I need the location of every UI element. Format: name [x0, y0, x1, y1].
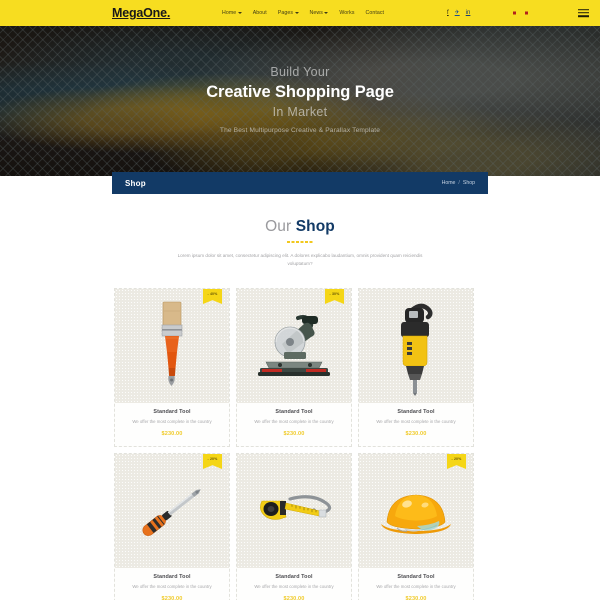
paint-brush-icon — [115, 289, 229, 403]
title-divider — [287, 241, 313, 243]
product-thumbnail[interactable]: - 20% — [359, 453, 473, 568]
screwdriver-icon — [115, 454, 229, 568]
product-price: $230.00 — [161, 430, 183, 437]
top-navigation-bar: MegaOne. Home About Pages News Works Con… — [0, 0, 600, 26]
nav-label: News — [309, 10, 323, 16]
breadcrumb: Home / Shop — [442, 180, 475, 186]
product-name: Standard Tool — [153, 573, 191, 580]
nav-label: Pages — [277, 10, 294, 16]
page-title: Shop — [125, 178, 146, 188]
product-name: Standard Tool — [397, 408, 435, 415]
section-description: Lorem ipsum dolor sit amet, consectetur … — [177, 253, 423, 267]
hero-text-block: Build Your Creative Shopping Page In Mar… — [0, 26, 600, 176]
jackhammer-icon — [359, 289, 473, 403]
shop-section: Our Shop Lorem ipsum dolor sit amet, con… — [0, 206, 600, 600]
breadcrumb-current: Shop — [462, 180, 475, 186]
product-grid: - 40% Standard Tool We offer the most co… — [114, 287, 486, 600]
product-info: Standard Tool We offer the most complete… — [115, 567, 229, 600]
indicator-dot — [513, 11, 516, 15]
product-card[interactable]: - 20% Standard Tool We offer the most co… — [114, 452, 230, 600]
nav-label: Contact — [365, 10, 385, 16]
product-price: $230.00 — [405, 430, 427, 437]
hero-subtitle: The Best Multipurpose Creative & Paralla… — [219, 126, 381, 134]
product-card[interactable]: - 40% Standard Tool We offer the most co… — [114, 287, 230, 447]
product-name: Standard Tool — [275, 573, 313, 580]
product-info: Standard Tool We offer the most complete… — [237, 402, 351, 446]
nav-item-home[interactable]: Home — [222, 10, 242, 16]
main-navigation: Home About Pages News Works Contact — [222, 10, 384, 16]
shop-page: MegaOne. Home About Pages News Works Con… — [0, 0, 600, 600]
product-description: We offer the most complete in the countr… — [376, 583, 456, 589]
site-logo[interactable]: MegaOne. — [112, 6, 170, 20]
nav-item-pages[interactable]: Pages — [278, 10, 299, 16]
hero-headline: Creative Shopping Page — [206, 83, 394, 102]
product-thumbnail[interactable] — [359, 288, 473, 403]
hero-banner: Build Your Creative Shopping Page In Mar… — [0, 26, 600, 176]
product-name: Standard Tool — [397, 573, 435, 580]
linkedin-icon[interactable]: in — [466, 10, 471, 16]
product-price: $230.00 — [161, 595, 183, 600]
product-info: Standard Tool We offer the most complete… — [359, 567, 473, 600]
nav-item-about[interactable]: About — [253, 10, 267, 16]
nav-label: Works — [339, 10, 355, 16]
product-info: Standard Tool We offer the most complete… — [359, 402, 473, 446]
section-title-light: Our — [265, 218, 296, 235]
twitter-icon[interactable]: ✈ — [455, 10, 460, 16]
chevron-down-icon — [324, 12, 329, 14]
burger-line — [578, 9, 589, 11]
product-description: We offer the most complete in the countr… — [132, 418, 212, 424]
product-price: $230.00 — [405, 595, 427, 600]
section-title-bold: Shop — [295, 218, 335, 235]
tape-measure-icon — [237, 454, 351, 568]
chevron-down-icon — [294, 12, 299, 14]
product-thumbnail[interactable]: - 40% — [115, 288, 229, 403]
product-thumbnail[interactable] — [237, 453, 351, 568]
product-card[interactable]: Standard Tool We offer the most complete… — [236, 452, 352, 600]
section-title: Our Shop — [0, 218, 600, 236]
hero-line-1: Build Your — [270, 65, 330, 80]
section-header: Our Shop Lorem ipsum dolor sit amet, con… — [0, 218, 600, 269]
product-thumbnail[interactable]: - 20% — [115, 453, 229, 568]
product-info: Standard Tool We offer the most complete… — [237, 567, 351, 600]
burger-line — [578, 15, 589, 17]
product-description: We offer the most complete in the countr… — [132, 583, 212, 589]
burger-line — [578, 12, 589, 14]
product-price: $230.00 — [283, 430, 305, 437]
product-description: We offer the most complete in the countr… — [254, 418, 334, 424]
indicator-dot — [525, 11, 528, 15]
product-card[interactable]: - 30% Standard Tool We offer the most co… — [236, 287, 352, 447]
product-description: We offer the most complete in the countr… — [254, 583, 334, 589]
breadcrumb-separator: / — [458, 180, 460, 186]
nav-label: About — [252, 10, 267, 16]
hero-line-3: In Market — [272, 104, 328, 119]
hamburger-menu-icon[interactable] — [578, 9, 589, 17]
nav-label: Home — [222, 10, 237, 16]
nav-item-news[interactable]: News — [310, 10, 329, 16]
product-price: $230.00 — [283, 595, 305, 600]
product-name: Standard Tool — [153, 408, 191, 415]
nav-item-contact[interactable]: Contact — [366, 10, 385, 16]
breadcrumb-link-home[interactable]: Home — [442, 180, 456, 186]
product-card[interactable]: Standard Tool We offer the most complete… — [358, 287, 474, 447]
social-links: f ✈ in — [447, 10, 470, 16]
chevron-down-icon — [237, 12, 242, 14]
breadcrumb-section: Shop Home / Shop — [0, 172, 600, 206]
product-card[interactable]: - 20% Standard Tool We offer the most co… — [358, 452, 474, 600]
product-info: Standard Tool We offer the most complete… — [115, 402, 229, 446]
product-name: Standard Tool — [275, 408, 313, 415]
hard-hat-icon — [359, 454, 473, 568]
product-description: We offer the most complete in the countr… — [376, 418, 456, 424]
facebook-icon[interactable]: f — [447, 10, 449, 16]
nav-item-works[interactable]: Works — [339, 10, 354, 16]
nav-indicator-dots — [513, 11, 528, 15]
miter-saw-icon — [237, 289, 351, 403]
product-thumbnail[interactable]: - 30% — [237, 288, 351, 403]
